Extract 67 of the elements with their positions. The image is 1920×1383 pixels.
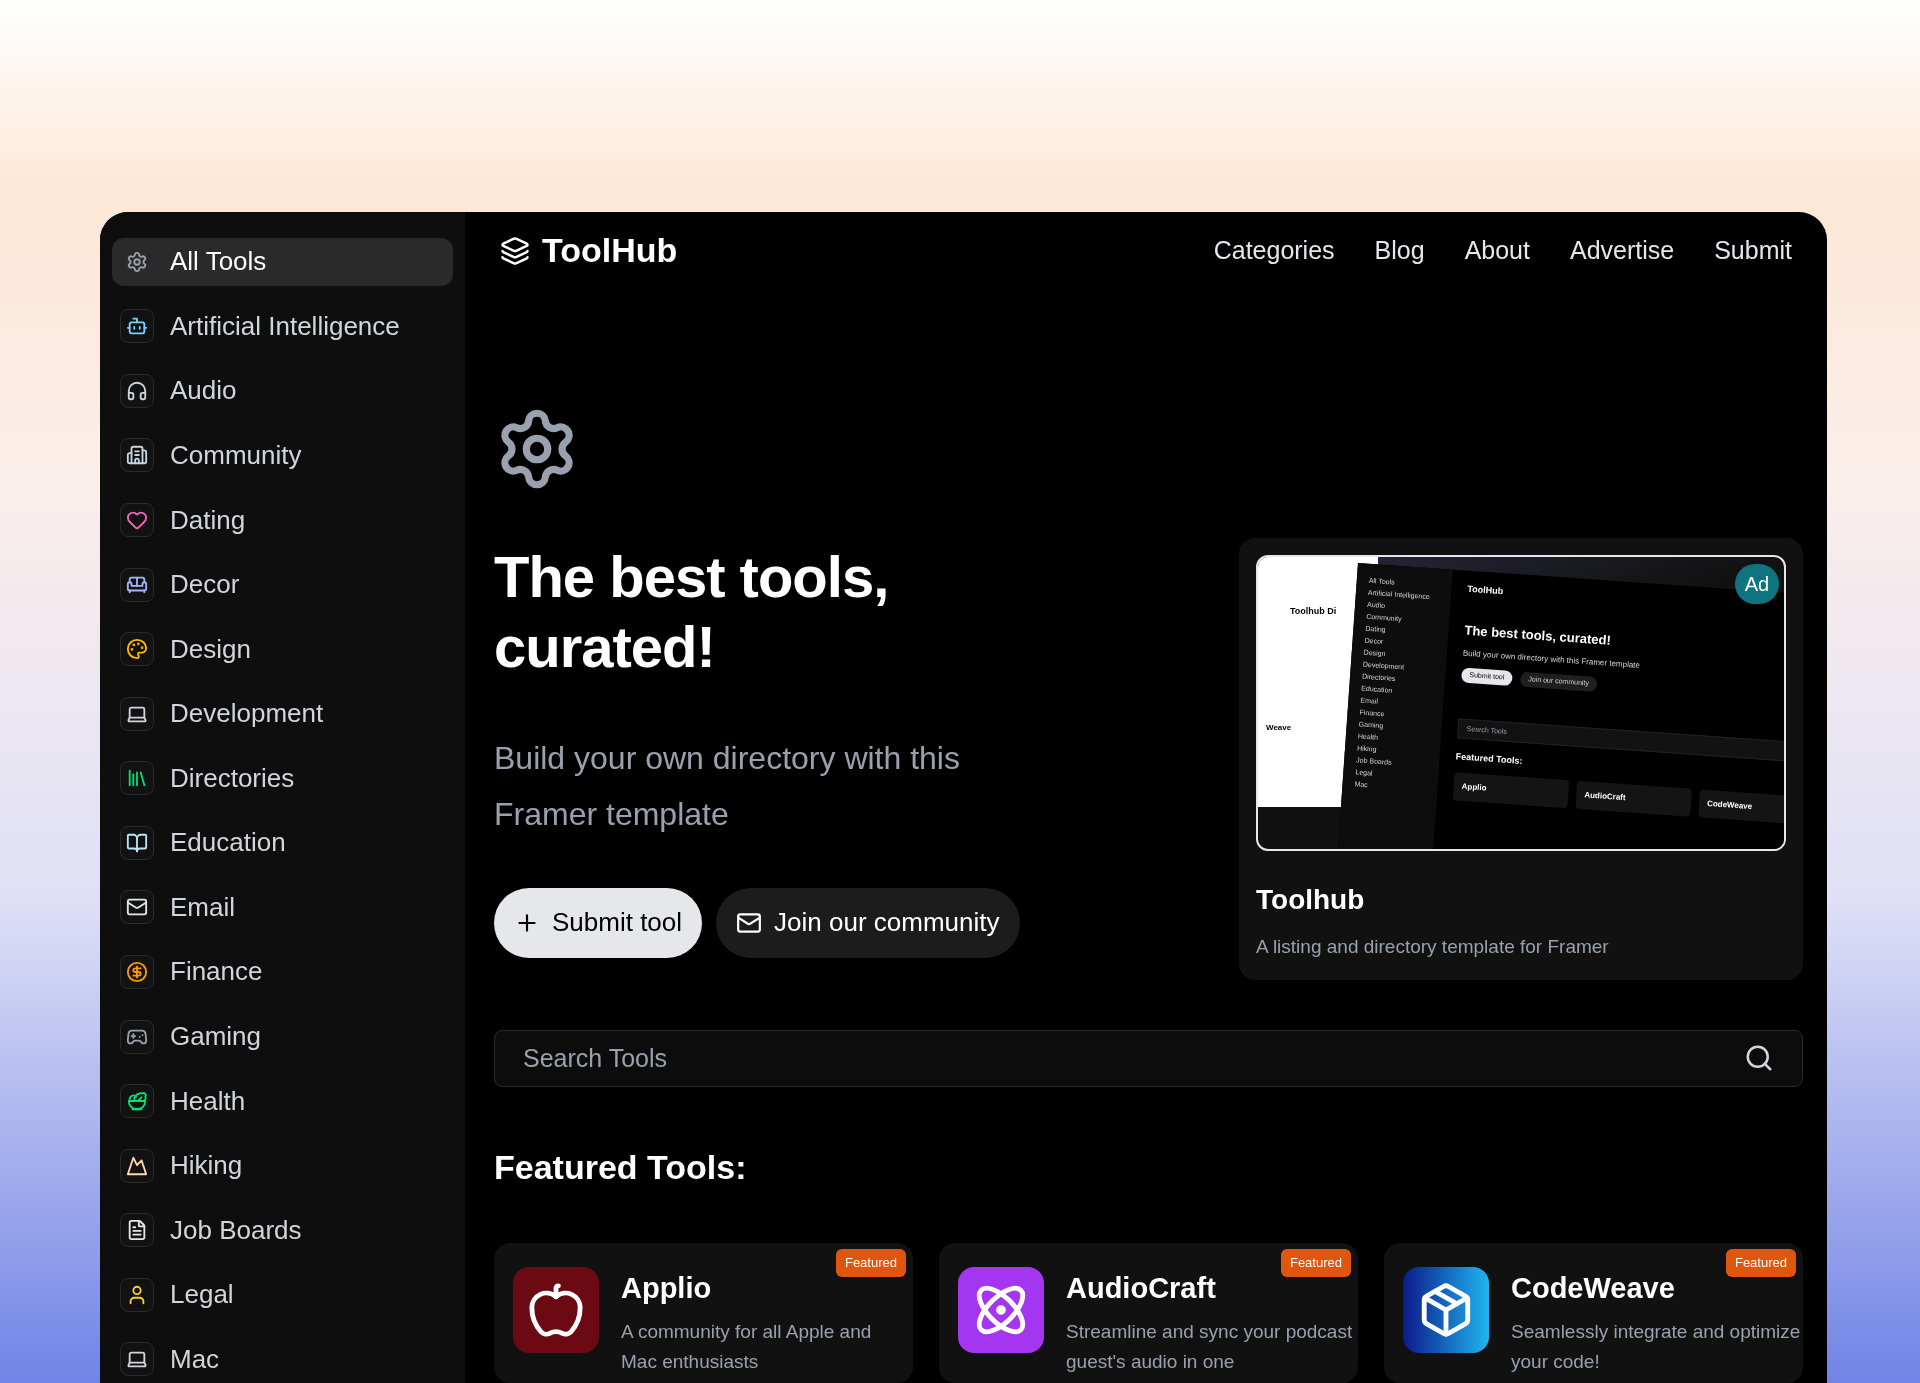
preview-tool-card: AudioCraft [1575, 779, 1693, 816]
mountain-icon [126, 1154, 148, 1177]
nav-link[interactable]: Submit [1714, 232, 1792, 270]
sidebar-item[interactable]: Dating [112, 496, 453, 544]
sidebar-item[interactable]: Education [112, 819, 453, 867]
preview-text: Toolhub Di [1290, 604, 1337, 618]
ad-title: Toolhub [1256, 882, 1366, 917]
tool-description: Seamlessly integrate and optimize your code! [1511, 1319, 1801, 1374]
preview-heading: Featured Tools: [1455, 749, 1524, 768]
search-input[interactable]: Search Tools [523, 1039, 1123, 1078]
sidebar-item[interactable]: Gaming [112, 1012, 453, 1061]
sidebar-item[interactable]: Finance [112, 948, 453, 996]
featured-badge: Featured [835, 1249, 906, 1277]
gear-icon [126, 250, 148, 273]
sidebar-item[interactable]: Health [112, 1077, 453, 1125]
brand-name: ToolHub [542, 230, 678, 272]
layers-logo-icon [500, 235, 530, 266]
palette-icon [126, 638, 148, 661]
ad-card[interactable] [1239, 537, 1803, 980]
sidebar-item[interactable]: Audio [112, 367, 453, 415]
sidebar-item[interactable]: Directories [112, 754, 453, 803]
money-icon [126, 960, 148, 983]
tool-description: Streamline and sync your podcast guest's audio in one [1066, 1319, 1354, 1374]
sidebar-item[interactable]: Design [112, 625, 453, 673]
nav-link[interactable]: Advertise [1569, 232, 1675, 270]
submit-button[interactable]: Submit tool [494, 887, 703, 958]
sidebar-item[interactable]: Community [112, 431, 453, 480]
sidebar-item[interactable]: Development [112, 689, 453, 738]
ad-description: A listing and directory template for Framer [1256, 934, 1610, 959]
featured-badge: Featured [1725, 1249, 1796, 1277]
nav-link[interactable]: About [1464, 232, 1530, 270]
preview-tool-card: Applio [1452, 771, 1570, 808]
nav-link[interactable]: Blog [1374, 232, 1425, 270]
open-book-icon [126, 831, 148, 854]
sidebar-item[interactable]: Job Boards [112, 1206, 453, 1254]
featured-badge: Featured [1280, 1249, 1351, 1277]
sidebar-item[interactable]: Email [112, 883, 453, 932]
search-field[interactable]: Search Tools [494, 1029, 1803, 1087]
nav-link[interactable]: Categories [1213, 232, 1335, 270]
preview-title: The best tools, curated! [1463, 620, 1613, 649]
tool-name: CodeWeave [1511, 1271, 1676, 1306]
hero-title: The best tools, curated! [494, 542, 890, 681]
preview-text: Weave [1266, 722, 1292, 735]
tool-card[interactable]: CodeWeave Seamlessly integrate and optimize your code! Featured [1384, 1243, 1803, 1383]
document-icon [126, 1219, 148, 1242]
sidebar-item[interactable]: Legal [112, 1271, 453, 1319]
tool-name: Applio [621, 1271, 713, 1306]
sidebar-item[interactable]: Decor [112, 560, 453, 609]
sidebar-item[interactable]: Mac [112, 1335, 453, 1383]
tool-name: AudioCraft [1066, 1271, 1217, 1306]
tool-description: A community for all Apple and Mac enthusiasts [621, 1319, 873, 1374]
preview-tool-card: CodeWeave [1698, 788, 1784, 825]
search-icon [1744, 1043, 1774, 1074]
hero-subtitle: Build your own directory with this Framer template [494, 738, 961, 834]
section-heading: Featured Tools: [494, 1147, 748, 1188]
building-icon [126, 444, 148, 467]
community-button[interactable]: Join our community [716, 887, 1020, 958]
heart-icon [126, 509, 148, 532]
headphones-icon [126, 379, 148, 402]
tool-card[interactable]: Applio A community for all Apple and Mac enthusiasts Featured [494, 1243, 913, 1383]
sidebar-item[interactable]: Artificial Intelligence [112, 302, 453, 351]
tool-card[interactable]: AudioCraft Streamline and sync your podcast guest's audio in one Featured [939, 1243, 1358, 1383]
preview-brand: ToolHub [1466, 582, 1505, 598]
sidebar-item[interactable]: All Tools [112, 238, 453, 286]
apple-icon [527, 1281, 585, 1339]
sidebar-item[interactable]: Hiking [112, 1141, 453, 1190]
salad-icon [126, 1090, 148, 1113]
